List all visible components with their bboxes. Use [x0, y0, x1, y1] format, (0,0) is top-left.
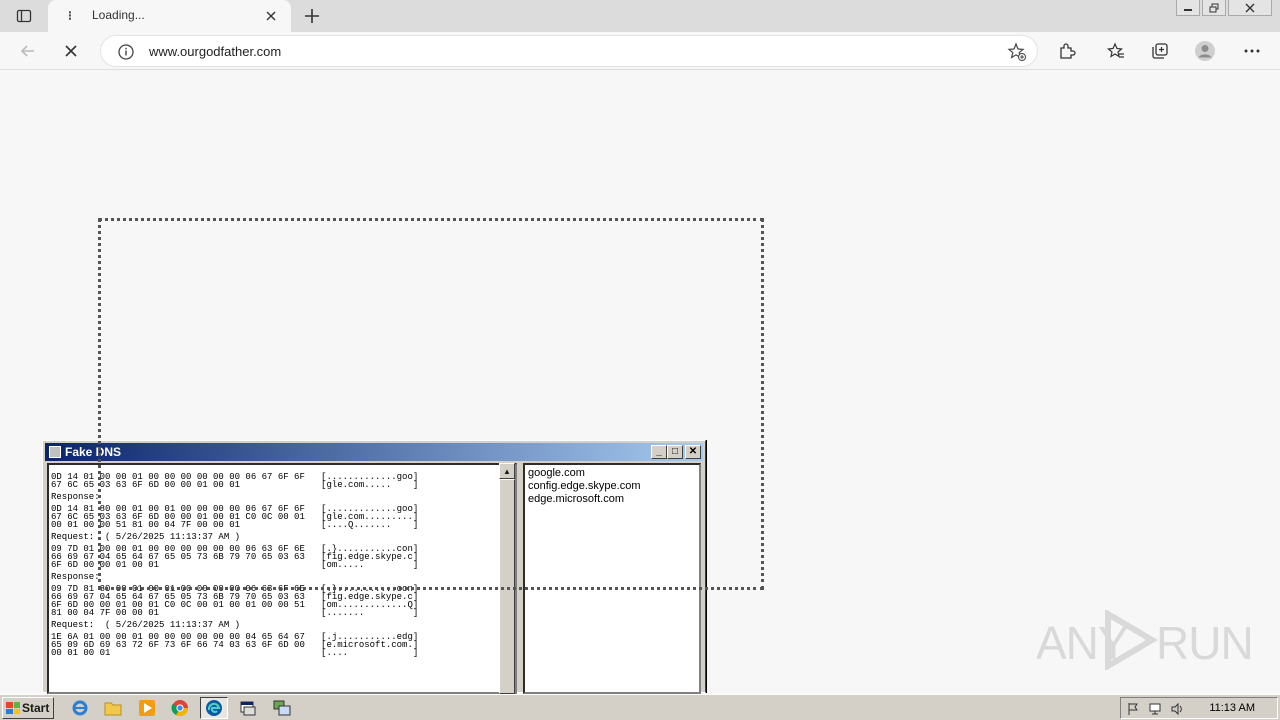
start-label: Start [22, 701, 50, 715]
edge-icon [206, 700, 222, 716]
restore-icon [1209, 3, 1219, 12]
more-dots-icon [1244, 49, 1260, 53]
internet-explorer-icon [72, 700, 88, 716]
media-player-icon [139, 700, 155, 716]
chrome-icon [171, 700, 189, 717]
back-arrow-icon [20, 45, 34, 57]
plus-icon [305, 9, 319, 23]
url-text[interactable]: www.ourgodfather.com [149, 44, 281, 59]
play-logo-icon [1105, 610, 1158, 670]
star-plus-icon [1007, 42, 1026, 61]
network-app-icon [273, 700, 291, 716]
action-center-flag-icon[interactable] [1125, 701, 1141, 717]
profile-button[interactable] [1194, 40, 1216, 62]
taskbar-explorer-button[interactable] [99, 697, 127, 719]
clock[interactable]: 11:13 AM [1209, 702, 1255, 714]
favorites-button[interactable] [1105, 40, 1127, 62]
address-bar[interactable]: www.ourgodfather.com [100, 35, 1038, 67]
dns-log-line: 81 00 04 7F 00 00 01 [....... ] [51, 608, 419, 618]
close-icon [1245, 3, 1255, 12]
taskbar: Start 11:13 AM [0, 694, 1280, 720]
avatar-icon [1195, 41, 1215, 61]
add-favorite-button[interactable] [1007, 42, 1027, 62]
selection-rectangle [98, 218, 764, 590]
loading-spinner-icon: ⁝ [67, 8, 73, 23]
stop-loading-button[interactable] [57, 37, 85, 65]
taskbar-fakedns-button[interactable] [234, 697, 262, 719]
system-tray: 11:13 AM [1120, 697, 1278, 719]
watermark-text-right: RUN [1156, 617, 1254, 669]
collections-button[interactable] [1149, 40, 1171, 62]
close-icon [266, 11, 276, 21]
new-tab-button[interactable] [300, 4, 324, 28]
minimize-icon [1184, 8, 1192, 11]
windows-logo-icon [6, 702, 20, 714]
taskbar-chrome-button[interactable] [166, 697, 194, 719]
dns-log-line: 00 01 00 01 [.... ] [51, 648, 419, 658]
restore-button[interactable] [1202, 0, 1226, 16]
active-tab[interactable]: ⁝ Loading... [48, 0, 291, 32]
taskbar-network-app-button[interactable] [268, 697, 296, 719]
fakedns-app-icon [240, 701, 256, 716]
stop-icon [65, 45, 77, 57]
dns-log-line: Request: ( 5/26/2025 11:13:37 AM ) [51, 620, 241, 630]
site-info-icon[interactable] [117, 43, 135, 61]
taskbar-media-player-button[interactable] [133, 697, 161, 719]
window-controls [1176, 0, 1272, 18]
tab-strip: ⁝ Loading... [0, 0, 1280, 32]
settings-more-button[interactable] [1241, 40, 1263, 62]
taskbar-edge-button[interactable] [200, 697, 228, 719]
tab-actions-icon [16, 9, 32, 23]
start-button[interactable]: Start [2, 697, 54, 719]
browser-toolbar: www.ourgodfather.com [0, 32, 1280, 70]
taskbar-ie-button[interactable] [66, 697, 94, 719]
tab-close-button[interactable] [262, 7, 280, 25]
back-button[interactable] [14, 37, 42, 65]
app-icon [49, 446, 61, 458]
extensions-button[interactable] [1056, 40, 1078, 62]
tab-title: Loading... [92, 8, 145, 22]
favorites-star-icon [1107, 42, 1124, 58]
folder-icon [104, 702, 122, 716]
anyrun-watermark: ANY RUN [1036, 610, 1254, 670]
tab-actions-button[interactable] [8, 4, 40, 28]
volume-icon[interactable] [1169, 701, 1185, 717]
collections-icon [1152, 43, 1168, 59]
network-tray-icon[interactable] [1147, 701, 1163, 717]
window-close-button[interactable] [1228, 0, 1272, 16]
minimize-button[interactable] [1176, 0, 1200, 16]
puzzle-icon [1060, 43, 1076, 59]
